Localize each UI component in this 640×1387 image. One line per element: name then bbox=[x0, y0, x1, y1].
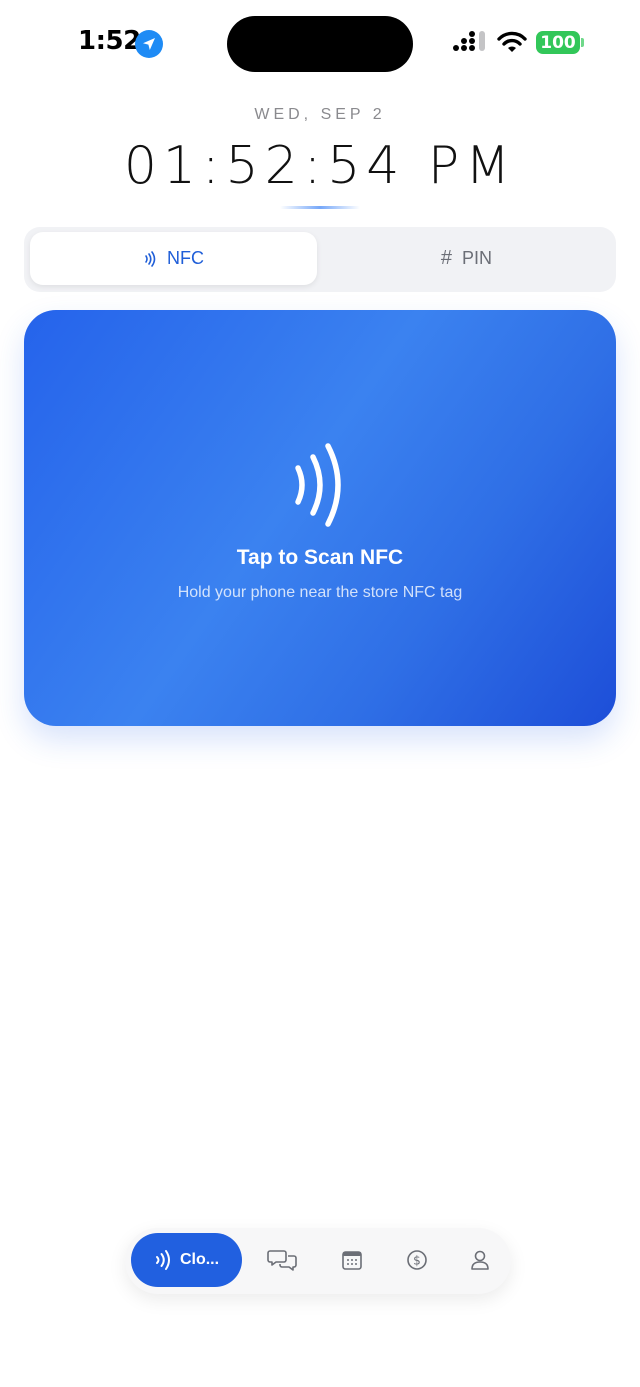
nfc-waves-icon bbox=[143, 250, 157, 268]
location-arrow-icon bbox=[135, 30, 163, 58]
dollar-icon: $ bbox=[406, 1249, 428, 1271]
cellular-signal-icon bbox=[453, 31, 485, 51]
clock-display: 01:52:54 PM bbox=[123, 136, 517, 196]
nfc-waves-icon bbox=[295, 443, 341, 527]
calendar-icon bbox=[341, 1249, 363, 1271]
tab-profile[interactable] bbox=[463, 1244, 497, 1276]
nfc-card-title: Tap to Scan NFC bbox=[236, 546, 404, 569]
chat-bubbles-icon bbox=[267, 1248, 297, 1272]
battery-level: 100 bbox=[540, 32, 576, 53]
person-icon bbox=[469, 1249, 491, 1271]
tab-messages[interactable] bbox=[265, 1244, 299, 1276]
tab-pin[interactable]: # PIN bbox=[323, 232, 610, 285]
tab-pay[interactable]: $ bbox=[400, 1244, 434, 1276]
tab-nfc-label: NFC bbox=[167, 248, 204, 268]
dynamic-island bbox=[227, 16, 413, 72]
nfc-waves-icon bbox=[154, 1249, 172, 1271]
wifi-icon bbox=[497, 31, 527, 52]
battery-indicator: 100 bbox=[536, 31, 580, 54]
tab-nfc[interactable]: NFC bbox=[30, 232, 317, 285]
nfc-card-subtitle: Hold your phone near the store NFC tag bbox=[177, 584, 463, 601]
status-time: 1:52 bbox=[78, 26, 141, 56]
mode-segmented-control: NFC # PIN bbox=[24, 227, 616, 292]
tab-schedule[interactable] bbox=[335, 1244, 369, 1276]
svg-text:$: $ bbox=[413, 1254, 421, 1268]
date-label: WED, SEP 2 bbox=[254, 106, 386, 123]
tab-pin-label: PIN bbox=[462, 248, 493, 268]
hash-icon: # bbox=[440, 247, 453, 269]
tab-clock-in-label: Clo... bbox=[179, 1251, 220, 1268]
status-bar: 1:52 100 bbox=[0, 0, 640, 88]
clock-divider bbox=[280, 206, 360, 209]
tab-clock-in[interactable]: Clo... bbox=[131, 1233, 242, 1287]
battery-cap bbox=[581, 38, 584, 47]
